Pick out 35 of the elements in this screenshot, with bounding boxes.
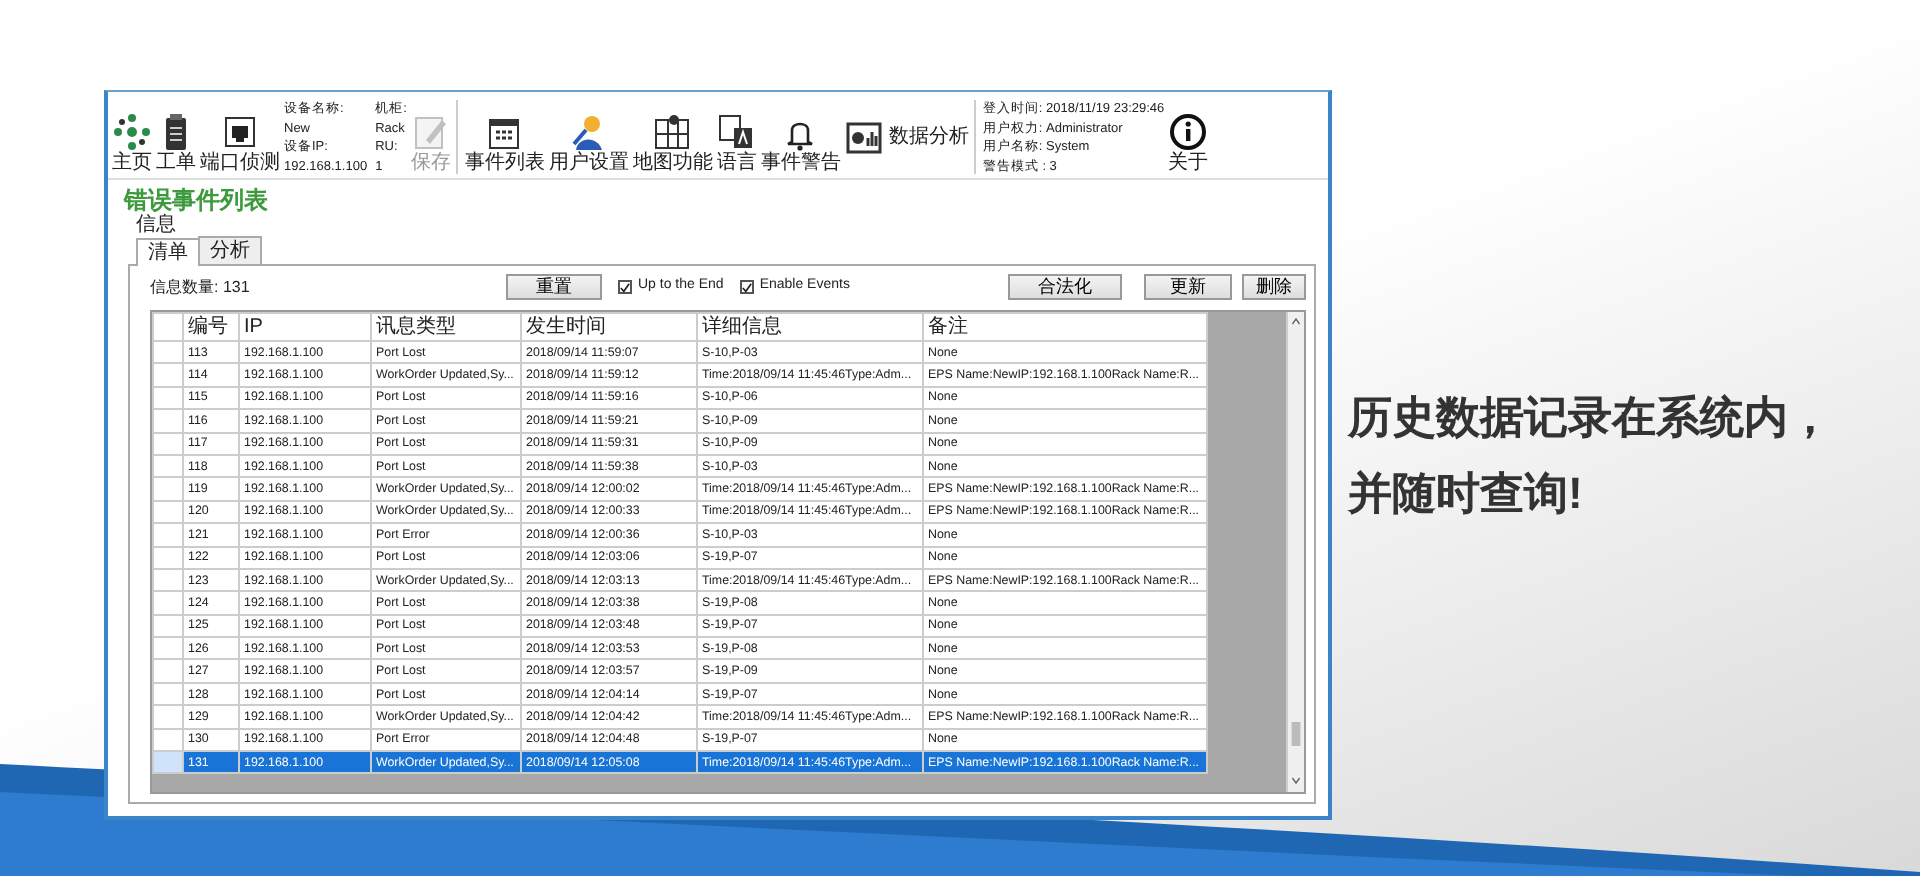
map-icon [652, 112, 693, 152]
column-header[interactable]: 讯息类型 [371, 313, 521, 341]
toolbar-button[interactable]: 事件警告 [758, 100, 843, 174]
chart-icon [844, 117, 885, 157]
reset-button[interactable]: 重置 [506, 274, 602, 300]
count-label: 信息数量: 131 [150, 275, 252, 299]
toolbar-button[interactable]: 地图功能 [630, 100, 715, 174]
action-button[interactable]: 删除 [1242, 274, 1306, 300]
slogan-text: 历史数据记录在系统内， 并随时查询! [1348, 390, 1832, 522]
network-port-icon [220, 112, 260, 152]
action-button[interactable]: 更新 [1144, 274, 1232, 300]
toolbar-button[interactable]: 语言 [714, 100, 759, 174]
column-header[interactable]: 发生时间 [521, 313, 697, 341]
toolbar-button[interactable]: 端口侦测 [198, 100, 282, 174]
page-title: 错误事件列表 [121, 184, 270, 214]
edit-icon [410, 112, 451, 152]
action-button[interactable]: 合法化 [1008, 274, 1122, 300]
column-header[interactable]: 编号 [183, 313, 239, 341]
column-header[interactable]: IP [239, 313, 371, 341]
language-icon [716, 112, 757, 152]
checkbox-box[interactable] [618, 280, 632, 294]
scrollbar-drawing[interactable] [1286, 312, 1304, 792]
toolbar-button[interactable]: 事件列表 [462, 100, 547, 174]
toolbar-button[interactable]: 数据分析 [842, 100, 971, 174]
toolbar-button[interactable]: 主页 [110, 100, 154, 174]
column-header[interactable]: 详细信息 [697, 313, 923, 341]
toolbar-button[interactable]: 关于 [1166, 100, 1211, 174]
info-icon [1168, 112, 1209, 152]
column-header[interactable]: 备注 [923, 313, 1207, 341]
tab[interactable]: 分析 [198, 236, 262, 264]
toolbar-button[interactable]: 用户设置 [546, 100, 631, 174]
toolbar-button[interactable]: 工单 [154, 100, 198, 174]
tab[interactable]: 清单 [136, 238, 200, 266]
group-label: 信息 [134, 214, 178, 236]
checkbox-box[interactable] [739, 280, 754, 294]
